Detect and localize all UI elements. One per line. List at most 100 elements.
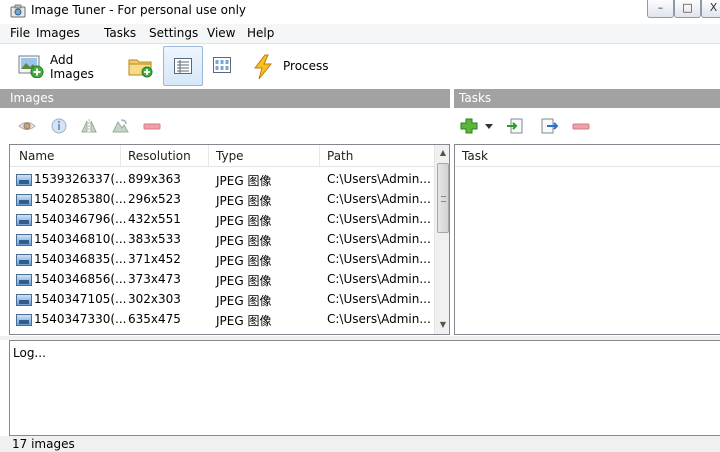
scroll-up-icon[interactable]: ▲ — [435, 145, 449, 161]
window-title: Image Tuner - For personal use only — [31, 3, 247, 17]
table-row[interactable]: 1540347105(... 302x303 JPEG 图像 C:\Users\… — [10, 289, 434, 309]
image-file-icon — [16, 274, 32, 286]
details-view-button[interactable] — [163, 46, 203, 86]
images-list-scrollbar[interactable]: ▲ ▼ — [434, 145, 449, 334]
info-icon[interactable] — [50, 118, 68, 134]
cell-resolution: 296x523 — [128, 192, 181, 206]
table-row[interactable]: 1540347330(... 635x475 JPEG 图像 C:\Users\… — [10, 309, 434, 329]
table-row[interactable]: 1540285380(... 296x523 JPEG 图像 C:\Users\… — [10, 189, 434, 209]
cell-type: JPEG 图像 — [216, 194, 272, 208]
scrollbar-grip — [441, 196, 446, 202]
images-list-header: Name Resolution Type Path — [10, 145, 434, 167]
thumbnails-view-icon — [213, 57, 231, 73]
cell-resolution: 899x363 — [128, 172, 181, 186]
table-row[interactable]: 1539326337(... 899x363 JPEG 图像 C:\Users\… — [10, 169, 434, 189]
cell-path: C:\Users\Admin... — [327, 252, 431, 266]
remove-icon[interactable] — [143, 118, 161, 134]
cell-path: C:\Users\Admin... — [327, 312, 431, 326]
table-row[interactable]: 1540346835(... 371x452 JPEG 图像 C:\Users\… — [10, 249, 434, 269]
cell-type: JPEG 图像 — [216, 254, 272, 268]
tasks-list-header: Task — [455, 145, 720, 167]
column-name[interactable]: Name — [19, 149, 54, 163]
add-images-button[interactable]: Add Images — [14, 46, 98, 86]
image-file-icon — [16, 174, 32, 186]
menu-view[interactable]: View — [207, 26, 235, 40]
cell-name: 1540285380(... — [34, 192, 127, 206]
column-resolution[interactable]: Resolution — [128, 149, 191, 163]
maximize-button[interactable]: □ — [674, 0, 701, 18]
cell-type: JPEG 图像 — [216, 174, 272, 188]
export-task-icon[interactable] — [540, 118, 558, 134]
column-path[interactable]: Path — [327, 149, 353, 163]
cell-name: 1540347105(... — [34, 292, 127, 306]
scroll-down-icon[interactable]: ▼ — [435, 317, 449, 333]
lightning-icon — [253, 54, 273, 80]
minimize-icon: – — [657, 1, 664, 14]
add-folder-button[interactable] — [124, 46, 158, 86]
image-file-icon — [16, 254, 32, 266]
status-bar: 17 images — [0, 436, 720, 452]
tasks-list[interactable]: Task — [454, 144, 720, 335]
add-task-icon[interactable] — [460, 118, 478, 134]
cell-resolution: 302x303 — [128, 292, 181, 306]
log-panel[interactable]: Log... — [9, 340, 720, 436]
image-file-icon — [16, 294, 32, 306]
remove-task-icon[interactable] — [572, 118, 590, 134]
close-button[interactable]: X — [701, 0, 720, 18]
table-row[interactable]: 1540346856(... 373x473 JPEG 图像 C:\Users\… — [10, 269, 434, 289]
cell-path: C:\Users\Admin... — [327, 272, 431, 286]
table-row[interactable]: 1540346796(... 432x551 JPEG 图像 C:\Users\… — [10, 209, 434, 229]
menu-images[interactable]: Images — [36, 26, 80, 40]
add-images-label: Add Images — [50, 53, 94, 81]
menu-help[interactable]: Help — [247, 26, 274, 40]
column-divider[interactable] — [319, 145, 320, 167]
column-divider[interactable] — [208, 145, 209, 167]
column-task[interactable]: Task — [462, 149, 488, 163]
images-list[interactable]: Name Resolution Type Path 1539326337(...… — [9, 144, 450, 335]
import-task-icon[interactable] — [506, 118, 524, 134]
cell-path: C:\Users\Admin... — [327, 172, 431, 186]
process-label: Process — [283, 59, 329, 73]
column-divider[interactable] — [120, 145, 121, 167]
tasks-toolbar — [454, 110, 720, 142]
cell-path: C:\Users\Admin... — [327, 292, 431, 306]
cell-resolution: 635x475 — [128, 312, 181, 326]
rotate-icon[interactable] — [111, 118, 129, 134]
cell-resolution: 371x452 — [128, 252, 181, 266]
menu-file[interactable]: File — [10, 26, 30, 40]
cell-type: JPEG 图像 — [216, 214, 272, 228]
cell-resolution: 383x533 — [128, 232, 181, 246]
cell-name: 1540346810(... — [34, 232, 127, 246]
add-image-icon — [18, 55, 44, 78]
folder-add-icon — [128, 59, 153, 78]
menu-tasks[interactable]: Tasks — [104, 26, 136, 40]
table-row[interactable]: 1540346810(... 383x533 JPEG 图像 C:\Users\… — [10, 229, 434, 249]
cell-resolution: 432x551 — [128, 212, 181, 226]
images-toolbar — [0, 110, 450, 142]
mirror-icon[interactable] — [80, 118, 98, 134]
thumbnails-view-button[interactable] — [205, 46, 239, 86]
images-panel-header: Images — [0, 89, 450, 108]
cell-type: JPEG 图像 — [216, 314, 272, 328]
cell-name: 1540347330(... — [34, 312, 127, 326]
image-file-icon — [16, 194, 32, 206]
cell-name: 1539326337(... — [34, 172, 127, 186]
process-button[interactable]: Process — [247, 46, 337, 86]
details-view-icon — [174, 58, 192, 74]
dropdown-arrow-icon[interactable] — [484, 118, 494, 134]
add-images-label-line2: Images — [50, 67, 94, 81]
app-camera-icon — [10, 4, 26, 18]
minimize-button[interactable]: – — [647, 0, 674, 18]
cell-type: JPEG 图像 — [216, 274, 272, 288]
cell-path: C:\Users\Admin... — [327, 212, 431, 226]
scrollbar-thumb[interactable] — [437, 163, 449, 233]
menu-settings[interactable]: Settings — [149, 26, 198, 40]
column-type[interactable]: Type — [216, 149, 244, 163]
image-file-icon — [16, 314, 32, 326]
close-icon: X — [709, 1, 718, 14]
cell-name: 1540346796(... — [34, 212, 127, 226]
cell-type: JPEG 图像 — [216, 294, 272, 308]
maximize-icon: □ — [682, 1, 693, 14]
title-bar: Image Tuner - For personal use only – □ … — [0, 0, 720, 22]
view-eye-icon[interactable] — [18, 118, 36, 134]
